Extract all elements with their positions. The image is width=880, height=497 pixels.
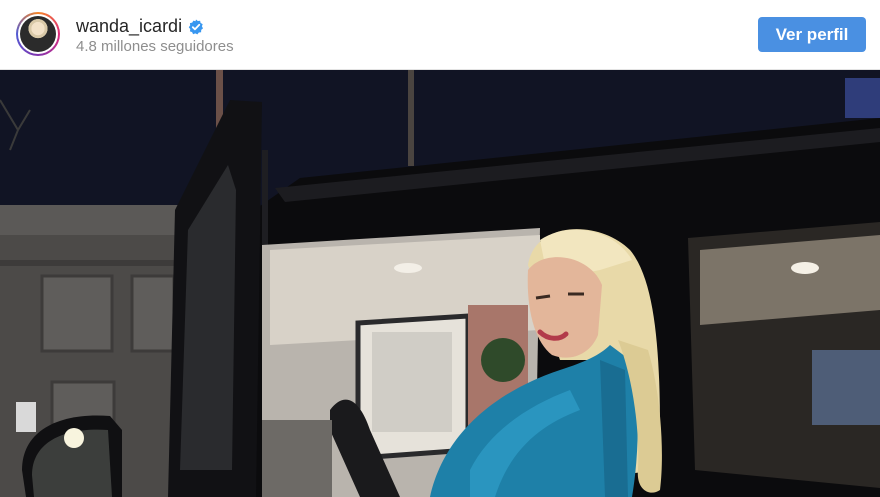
view-profile-button[interactable]: Ver perfil — [758, 17, 866, 52]
profile-avatar[interactable] — [16, 12, 60, 56]
username-row: wanda_icardi — [76, 16, 204, 37]
post-header: wanda_icardi 4.8 millones seguidores Ver… — [0, 0, 880, 70]
follower-count: 4.8 millones seguidores — [76, 38, 234, 55]
post-photo[interactable] — [0, 70, 880, 497]
verified-badge-icon — [188, 19, 204, 35]
username[interactable]: wanda_icardi — [76, 16, 182, 37]
